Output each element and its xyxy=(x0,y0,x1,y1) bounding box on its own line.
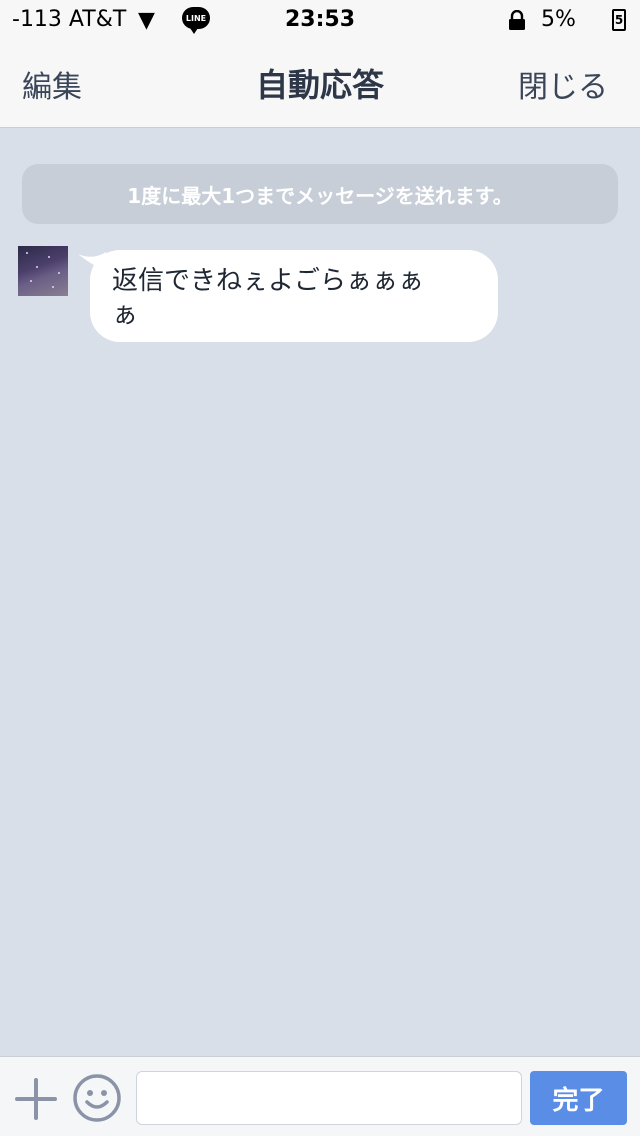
input-bar: 完了 xyxy=(0,1056,640,1136)
screen: -113 AT&T ▼ LINE 23:53 5% 5 編集 自動応答 閉じる … xyxy=(0,0,640,1136)
battery-percent: 5% xyxy=(541,7,576,32)
message-text-line1: 返信できねぇよごらぁぁぁ xyxy=(112,266,425,296)
status-bar: -113 AT&T ▼ LINE 23:53 5% 5 xyxy=(0,0,640,40)
emoji-icon[interactable] xyxy=(72,1073,122,1123)
battery-icon: 5 xyxy=(612,9,626,31)
done-button[interactable]: 完了 xyxy=(530,1071,627,1125)
message-bubble[interactable]: 返信できねぇよごらぁぁぁ ぁ xyxy=(90,250,498,342)
notice-banner: 1度に最大1つまでメッセージを送れます。 xyxy=(22,164,618,224)
nav-bar: 編集 自動応答 閉じる xyxy=(0,40,640,128)
lock-icon xyxy=(509,10,525,30)
close-button[interactable]: 閉じる xyxy=(518,62,608,106)
message-text-line2: ぁ xyxy=(112,300,139,330)
avatar[interactable] xyxy=(18,246,68,296)
plus-icon[interactable] xyxy=(14,1077,58,1121)
message-input[interactable] xyxy=(136,1071,522,1125)
